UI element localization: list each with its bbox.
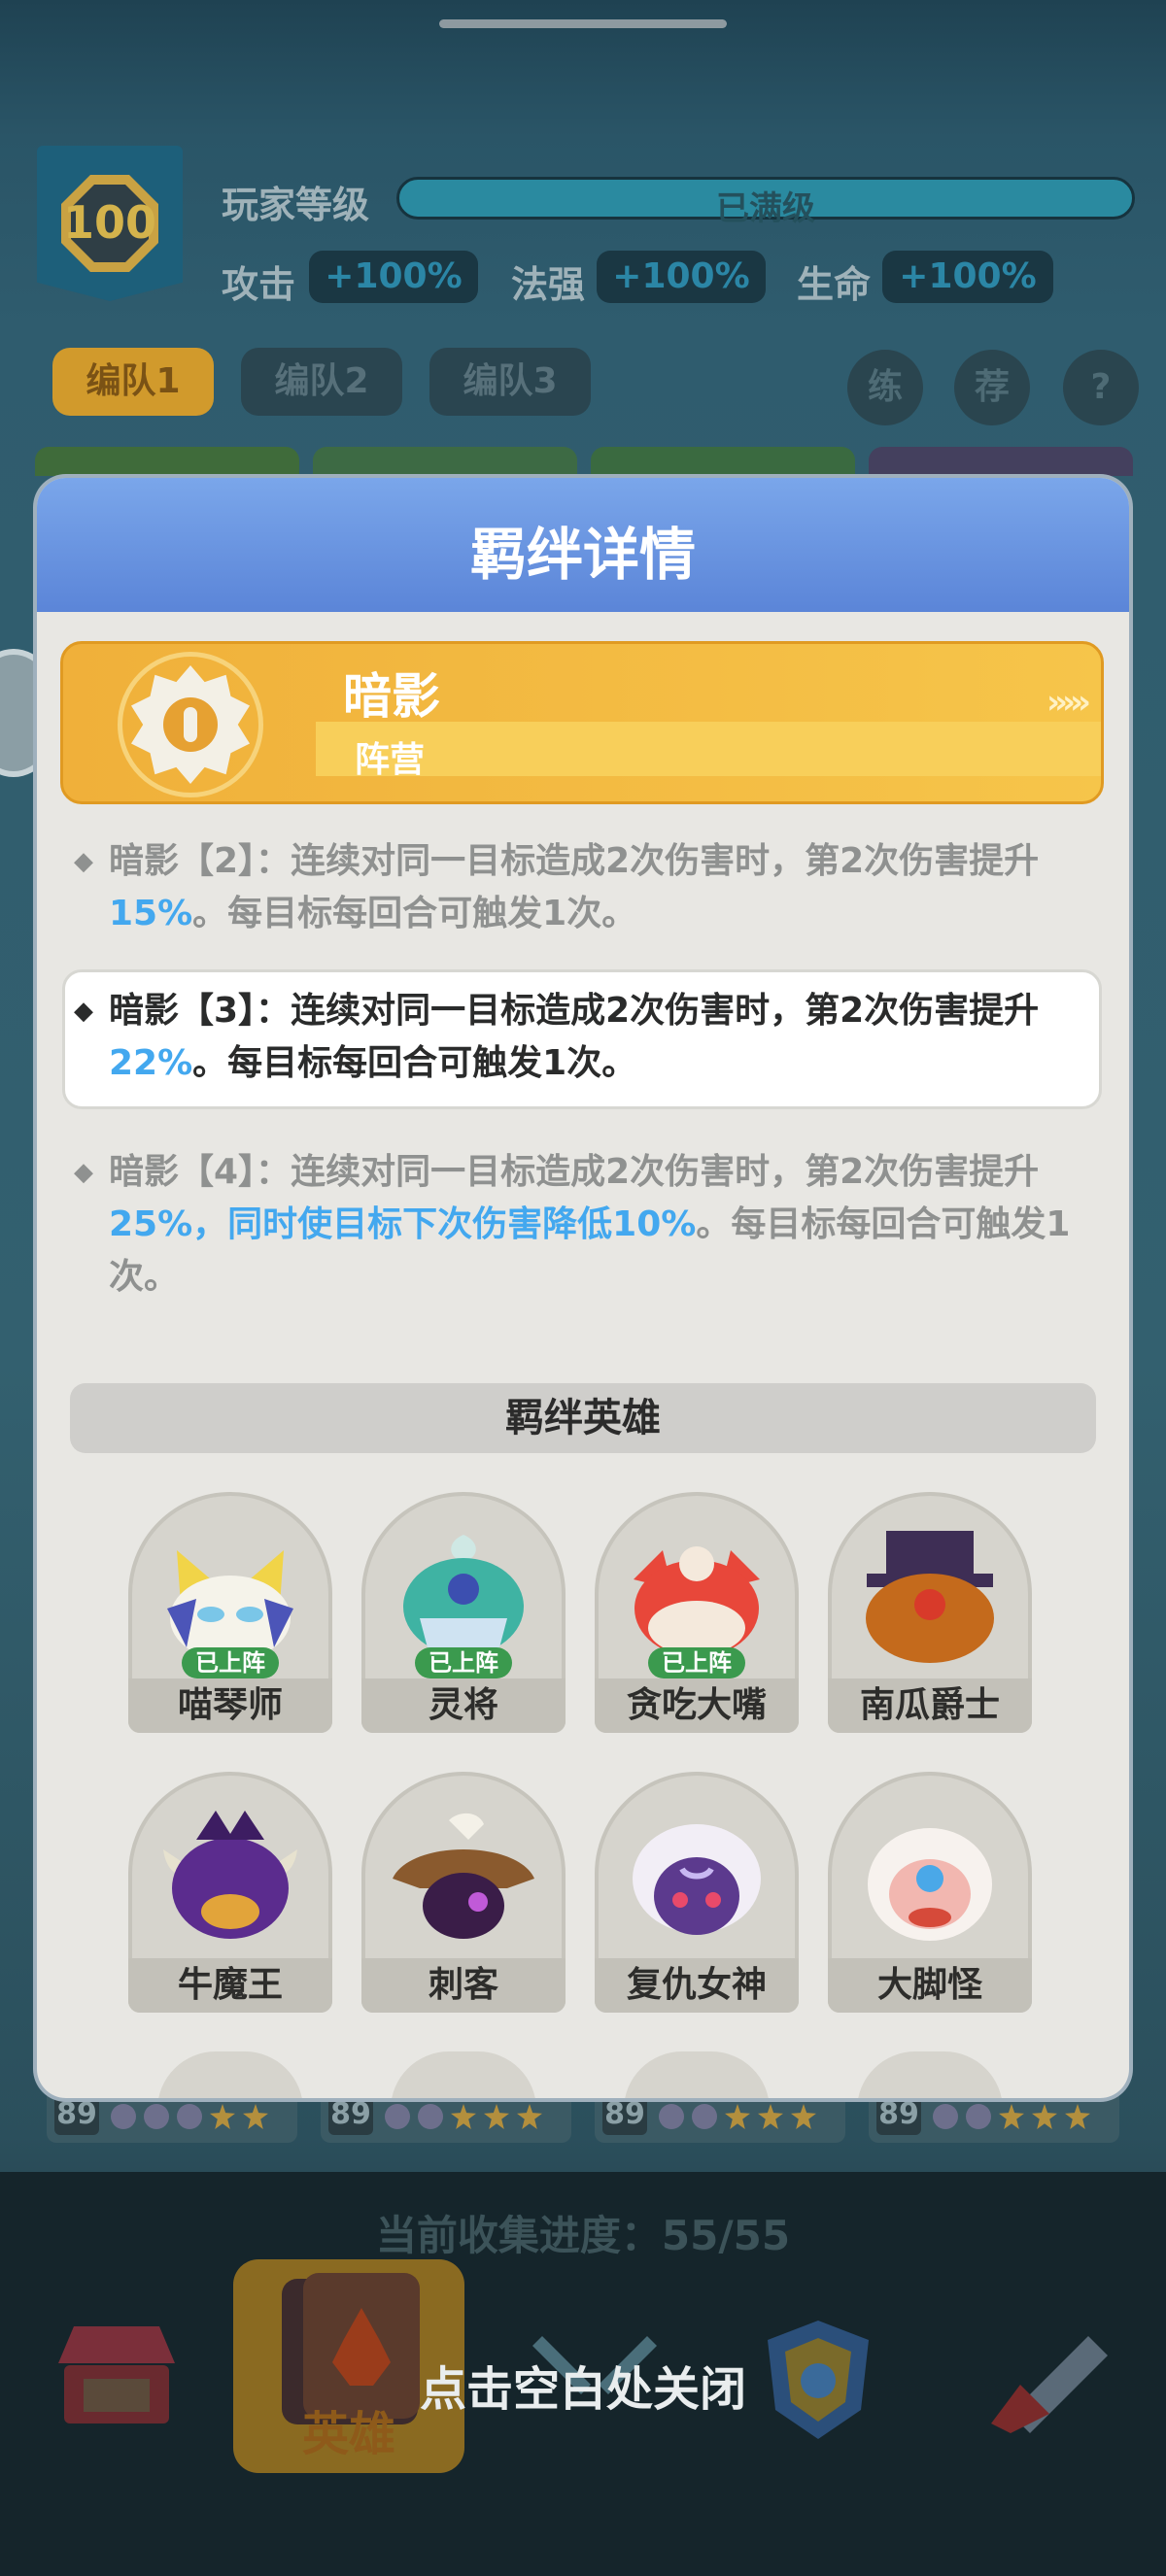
hero-name: 大脚怪 bbox=[828, 1958, 1032, 2013]
stat-label-magic: 法强 bbox=[511, 263, 586, 306]
player-level-value: 100 bbox=[62, 196, 157, 249]
bond-heroes-title: 羁绊英雄 bbox=[70, 1383, 1096, 1453]
diamond-bullet-icon: ◆ bbox=[74, 847, 93, 876]
hero-card-level: 89 bbox=[876, 2094, 921, 2135]
collection-progress: 当前收集进度：55/55 bbox=[375, 2212, 791, 2259]
player-level-badge: 100 bbox=[37, 146, 183, 301]
modal-header: 羁绊详情 bbox=[37, 478, 1129, 612]
bond-tier-3-active: ◆ 暗影【3】：连续对同一目标造成2次伤害时，第2次伤害提升22%。每目标每回合… bbox=[74, 985, 1080, 1090]
chevrons-icon: ››››› bbox=[1046, 683, 1091, 722]
hero-card-nemesis[interactable]: 复仇女神 bbox=[595, 1772, 799, 2013]
faction-banner: 暗影 阵营 ››››› bbox=[60, 641, 1104, 804]
deployed-badge: 已上阵 bbox=[648, 1647, 745, 1678]
home-indicator bbox=[439, 19, 727, 28]
hero-name: 牛魔王 bbox=[128, 1958, 332, 2013]
stat-value-attack: +100% bbox=[309, 251, 478, 303]
bigfoot-avatar-icon bbox=[868, 1828, 992, 1941]
hero-card-pumpkin-lord[interactable]: 南瓜爵士 bbox=[828, 1492, 1032, 1733]
hero-name: 南瓜爵士 bbox=[828, 1678, 1032, 1733]
hero-card-top bbox=[869, 447, 1133, 476]
stat-value-magic: +100% bbox=[597, 251, 766, 303]
diamond-bullet-icon: ◆ bbox=[74, 1158, 93, 1187]
deployed-badge: 已上阵 bbox=[415, 1647, 512, 1678]
faction-name: 暗影 bbox=[343, 668, 440, 725]
hero-card-level: 89 bbox=[54, 2094, 99, 2135]
recommend-button[interactable]: 荐 bbox=[954, 350, 1030, 425]
bond-tier-4: ◆ 暗影【4】：连续对同一目标造成2次伤害时，第2次伤害提升25%，同时使目标下… bbox=[74, 1146, 1090, 1304]
hero-name: 灵将 bbox=[361, 1678, 566, 1733]
hero-card-level: 89 bbox=[328, 2094, 373, 2135]
hero-name: 刺客 bbox=[361, 1958, 566, 2013]
hero-card-top bbox=[313, 447, 577, 476]
bond-details-modal: 羁绊详情 暗影 阵营 ››››› ◆ 暗影【2】：连续对同一目标造成2次伤害时，… bbox=[37, 478, 1129, 2098]
help-button[interactable]: ? bbox=[1063, 350, 1139, 425]
assassin-avatar-icon bbox=[393, 1813, 534, 1939]
bull-demon-king-avatar-icon bbox=[163, 1811, 297, 1939]
hero-card-spirit-general[interactable]: 已上阵 灵将 bbox=[361, 1492, 566, 1733]
hero-card-partial bbox=[391, 2051, 536, 2098]
team-tab-2[interactable]: 编队2 bbox=[241, 348, 402, 416]
player-level-status: 已满级 bbox=[716, 189, 815, 228]
stat-label-hp: 生命 bbox=[797, 263, 872, 306]
big-mouth-avatar-icon bbox=[634, 1546, 760, 1657]
hero-card-assassin[interactable]: 刺客 bbox=[361, 1772, 566, 2013]
hero-card-partial bbox=[624, 2051, 770, 2098]
spirit-general-avatar-icon bbox=[403, 1535, 524, 1655]
hero-name: 贪吃大嘴 bbox=[595, 1678, 799, 1733]
hero-card-top bbox=[35, 447, 299, 476]
cat-musician-avatar-icon bbox=[167, 1550, 293, 1661]
hero-card-big-mouth[interactable]: 已上阵 贪吃大嘴 bbox=[595, 1492, 799, 1733]
train-button[interactable]: 练 bbox=[847, 350, 923, 425]
nemesis-avatar-icon bbox=[633, 1824, 761, 1935]
hero-card-cat-musician[interactable]: 已上阵 喵琴师 bbox=[128, 1492, 332, 1733]
hero-card-bull-demon-king[interactable]: 牛魔王 bbox=[128, 1772, 332, 2013]
stat-value-hp: +100% bbox=[882, 251, 1053, 303]
hero-card-partial bbox=[857, 2051, 1003, 2098]
diamond-bullet-icon: ◆ bbox=[74, 997, 93, 1026]
hero-card-level: 89 bbox=[602, 2094, 647, 2135]
player-level-label: 玩家等级 bbox=[222, 184, 370, 226]
hero-card-top bbox=[591, 447, 855, 476]
modal-title: 羁绊详情 bbox=[469, 522, 696, 588]
hero-card-bigfoot[interactable]: 大脚怪 bbox=[828, 1772, 1032, 2013]
hero-card-partial bbox=[157, 2051, 303, 2098]
team-tab-3[interactable]: 编队3 bbox=[429, 348, 591, 416]
bond-tier-2: ◆ 暗影【2】：连续对同一目标造成2次伤害时，第2次伤害提升15%。每目标每回合… bbox=[74, 835, 1090, 940]
faction-type: 阵营 bbox=[355, 740, 426, 780]
deployed-badge: 已上阵 bbox=[182, 1647, 279, 1678]
close-hint[interactable]: 点击空白处关闭 bbox=[0, 2351, 1166, 2419]
player-level-bar: 已满级 bbox=[396, 177, 1135, 228]
hero-name: 喵琴师 bbox=[128, 1678, 332, 1733]
stat-label-attack: 攻击 bbox=[222, 263, 296, 306]
pumpkin-lord-avatar-icon bbox=[866, 1531, 994, 1663]
team-tab-1[interactable]: 编队1 bbox=[52, 348, 214, 416]
hero-name: 复仇女神 bbox=[595, 1958, 799, 2013]
